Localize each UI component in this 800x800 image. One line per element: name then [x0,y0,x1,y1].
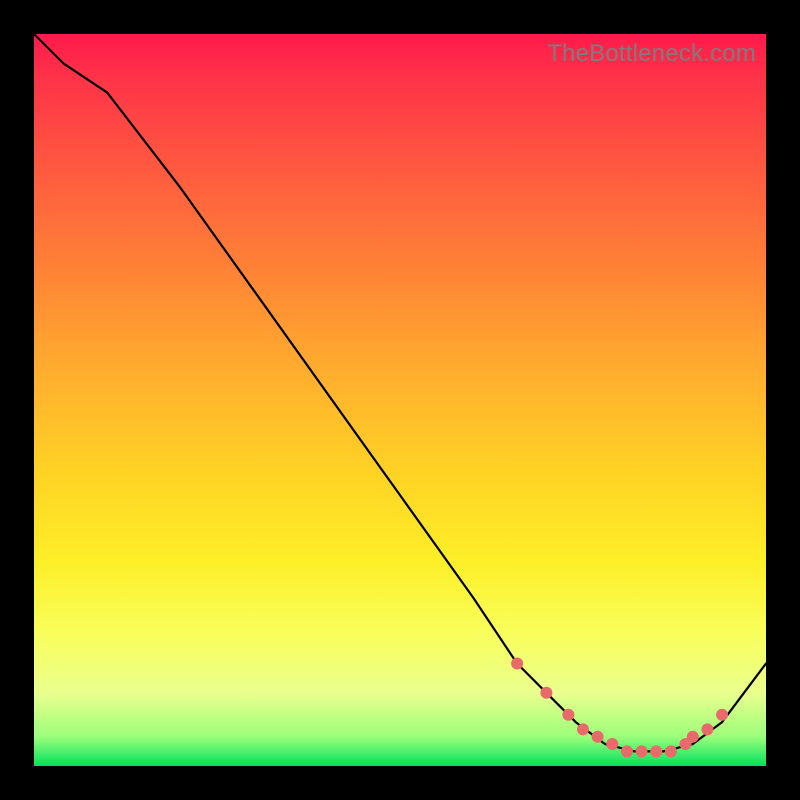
marker-point [563,709,574,720]
marker-point [541,687,552,698]
marker-point [592,731,603,742]
chart-overlay-svg [34,34,766,766]
chart-frame: TheBottleneck.com [0,0,800,800]
marker-point [607,739,618,750]
marker-point [717,709,728,720]
marker-point [651,746,662,757]
marker-point [636,746,647,757]
chart-plot-area: TheBottleneck.com [34,34,766,766]
marker-point [621,746,632,757]
marker-point [687,731,698,742]
marker-point [578,724,589,735]
bottleneck-curve [34,34,766,751]
highlight-markers [512,658,728,757]
marker-point [512,658,523,669]
marker-point [665,746,676,757]
marker-point [702,724,713,735]
